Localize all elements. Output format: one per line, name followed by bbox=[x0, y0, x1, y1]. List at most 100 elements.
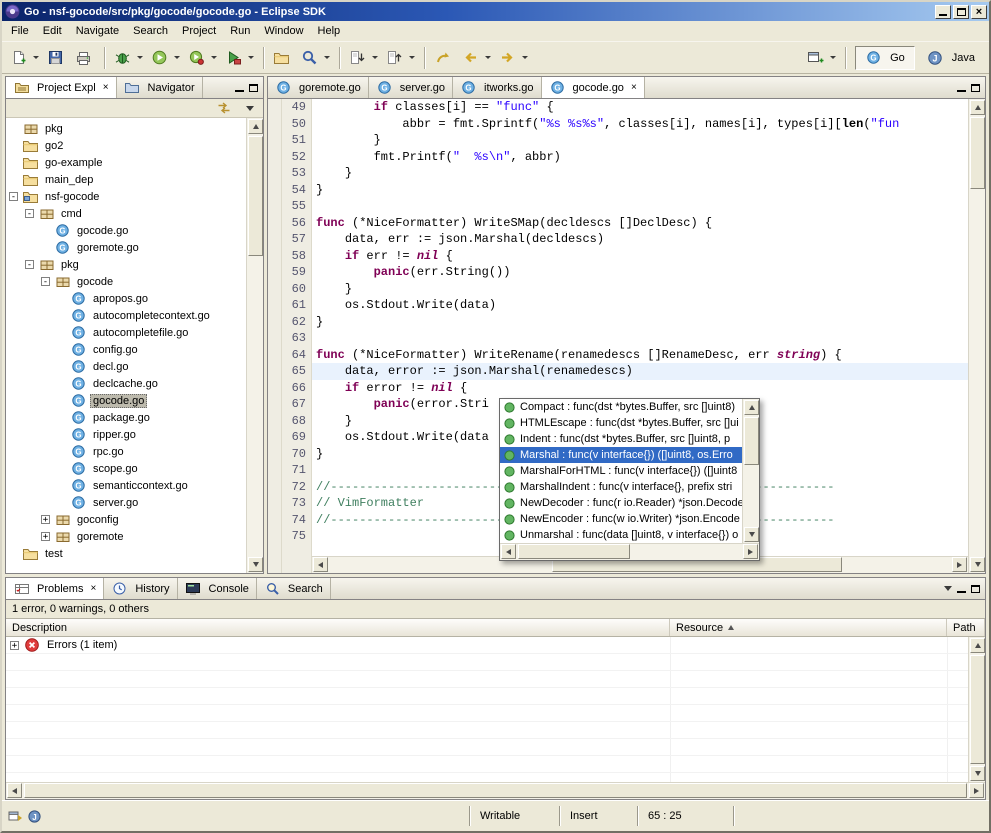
tree-item-package-go[interactable]: Gpackage.go bbox=[6, 409, 246, 426]
run-last-button[interactable] bbox=[184, 46, 221, 70]
minimize-view-icon[interactable] bbox=[957, 585, 966, 593]
tree-expander-icon[interactable]: - bbox=[25, 260, 34, 269]
completion-item[interactable]: NewEncoder : func(w io.Writer) *json.Enc… bbox=[500, 511, 742, 527]
view-menu-icon[interactable] bbox=[944, 586, 952, 591]
scroll-left-icon[interactable] bbox=[7, 783, 22, 798]
previous-annotation-button[interactable] bbox=[382, 46, 419, 70]
tree-item-rpc-go[interactable]: Grpc.go bbox=[6, 443, 246, 460]
tree-expander-icon[interactable]: - bbox=[25, 209, 34, 218]
menu-project[interactable]: Project bbox=[175, 22, 223, 40]
scroll-up-icon[interactable] bbox=[744, 400, 759, 415]
completion-item[interactable]: MarshalIndent : func(v interface{}, pref… bbox=[500, 479, 742, 495]
code-line[interactable]: data, error := json.Marshal(renamedescs) bbox=[312, 363, 968, 380]
tree-item-gocode[interactable]: -gocode bbox=[6, 273, 246, 290]
tree-item-autocompletecontext-go[interactable]: Gautocompletecontext.go bbox=[6, 307, 246, 324]
tree-item-apropos-go[interactable]: Gapropos.go bbox=[6, 290, 246, 307]
save-button[interactable] bbox=[43, 46, 71, 70]
new-wizard-button[interactable] bbox=[6, 46, 43, 70]
code-line[interactable]: if error != nil { bbox=[312, 380, 968, 397]
code-line[interactable]: func (*NiceFormatter) WriteSMap(decldesc… bbox=[312, 215, 968, 232]
code-line[interactable]: } bbox=[312, 165, 968, 182]
row-expander-icon[interactable]: + bbox=[10, 641, 19, 650]
code-line[interactable] bbox=[312, 330, 968, 347]
close-tab-icon[interactable]: × bbox=[103, 83, 109, 93]
editor-scrollbar[interactable] bbox=[968, 99, 985, 573]
code-line[interactable]: } bbox=[312, 281, 968, 298]
search-button[interactable] bbox=[297, 46, 334, 70]
maximize-button[interactable] bbox=[953, 5, 969, 19]
scroll-right-icon[interactable] bbox=[743, 544, 758, 559]
tree-item-cmd[interactable]: -cmd bbox=[6, 205, 246, 222]
tree-item-declcache-go[interactable]: Gdeclcache.go bbox=[6, 375, 246, 392]
tree-expander-icon[interactable]: - bbox=[9, 192, 18, 201]
annotation-ruler[interactable] bbox=[268, 99, 282, 573]
scrollbar-thumb[interactable] bbox=[970, 655, 985, 764]
close-button[interactable]: × bbox=[971, 5, 987, 19]
completion-item[interactable]: HTMLEscape : func(dst *bytes.Buffer, src… bbox=[500, 415, 742, 431]
close-tab-icon[interactable]: × bbox=[631, 83, 637, 93]
code-line[interactable]: } bbox=[312, 314, 968, 331]
print-button[interactable] bbox=[71, 46, 99, 70]
completion-item[interactable]: Marshal : func(v interface{}) ([]uint8, … bbox=[500, 447, 742, 463]
minimize-button[interactable] bbox=[935, 5, 951, 19]
forward-button[interactable] bbox=[495, 46, 532, 70]
code-line[interactable]: fmt.Printf(" %s\n", abbr) bbox=[312, 149, 968, 166]
tree-item-go2[interactable]: go2 bbox=[6, 137, 246, 154]
code-line[interactable]: if err != nil { bbox=[312, 248, 968, 265]
menu-window[interactable]: Window bbox=[257, 22, 310, 40]
perspective-java[interactable]: JJava bbox=[917, 46, 985, 70]
open-resource-button[interactable] bbox=[269, 46, 297, 70]
scroll-right-icon[interactable] bbox=[952, 557, 967, 572]
code-line[interactable]: panic(err.String()) bbox=[312, 264, 968, 281]
maximize-view-icon[interactable] bbox=[971, 84, 980, 92]
tree-item-test[interactable]: test bbox=[6, 545, 246, 562]
tree-item-gocode-go[interactable]: Ggocode.go bbox=[6, 392, 246, 409]
tree-item-goconfig[interactable]: +goconfig bbox=[6, 511, 246, 528]
editor-tab-itworks-go[interactable]: Gitworks.go bbox=[453, 77, 542, 98]
back-button[interactable] bbox=[458, 46, 495, 70]
tree-item-autocompletefile-go[interactable]: Gautocompletefile.go bbox=[6, 324, 246, 341]
completion-item[interactable]: NewDecoder : func(r io.Reader) *json.Dec… bbox=[500, 495, 742, 511]
tree-expander-icon[interactable]: + bbox=[41, 515, 50, 524]
tree-expander-icon[interactable]: + bbox=[41, 532, 50, 541]
scroll-right-icon[interactable] bbox=[969, 783, 984, 798]
tree-item-pkg[interactable]: -pkg bbox=[6, 256, 246, 273]
scroll-up-icon[interactable] bbox=[248, 119, 263, 134]
tree-item-ripper-go[interactable]: Gripper.go bbox=[6, 426, 246, 443]
column-header-resource[interactable]: Resource bbox=[670, 619, 947, 636]
autocomplete-scrollbar[interactable] bbox=[742, 399, 759, 543]
explorer-scrollbar[interactable] bbox=[246, 118, 263, 573]
view-tab-console[interactable]: Console bbox=[178, 578, 257, 599]
scroll-down-icon[interactable] bbox=[970, 557, 985, 572]
completion-item[interactable]: MarshalForHTML : func(v interface{}) ([]… bbox=[500, 463, 742, 479]
perspective-go[interactable]: GGo bbox=[855, 46, 915, 70]
tree-item-goremote-go[interactable]: Ggoremote.go bbox=[6, 239, 246, 256]
code-line[interactable]: abbr = fmt.Sprintf("%s %s%s", classes[i]… bbox=[312, 116, 968, 133]
tree-item-config-go[interactable]: Gconfig.go bbox=[6, 341, 246, 358]
tree-item-pkg[interactable]: pkg bbox=[6, 120, 246, 137]
completion-item[interactable]: Compact : func(dst *bytes.Buffer, src []… bbox=[500, 399, 742, 415]
scrollbar-thumb[interactable] bbox=[248, 136, 263, 256]
menu-edit[interactable]: Edit bbox=[36, 22, 69, 40]
tree-item-gocode-go[interactable]: Ggocode.go bbox=[6, 222, 246, 239]
tree-item-scope-go[interactable]: Gscope.go bbox=[6, 460, 246, 477]
problems-scrollbar[interactable] bbox=[968, 637, 985, 782]
autocomplete-hscrollbar[interactable] bbox=[500, 543, 759, 560]
maximize-view-icon[interactable] bbox=[249, 84, 258, 92]
view-tab-search[interactable]: Search bbox=[257, 578, 331, 599]
code-line[interactable]: if classes[i] == "func" { bbox=[312, 99, 968, 116]
scrollbar-thumb[interactable] bbox=[970, 117, 985, 189]
next-annotation-button[interactable] bbox=[345, 46, 382, 70]
scrollbar-thumb[interactable] bbox=[744, 417, 759, 465]
open-perspective-button[interactable] bbox=[803, 46, 840, 70]
menu-file[interactable]: File bbox=[4, 22, 36, 40]
last-edit-location-button[interactable] bbox=[430, 46, 458, 70]
scroll-down-icon[interactable] bbox=[970, 766, 985, 781]
minimize-view-icon[interactable] bbox=[957, 84, 966, 92]
tree-item-nsf-gocode[interactable]: -nsf-gocode bbox=[6, 188, 246, 205]
scrollbar-thumb[interactable] bbox=[24, 783, 967, 798]
menu-run[interactable]: Run bbox=[223, 22, 257, 40]
tree-item-go-example[interactable]: go-example bbox=[6, 154, 246, 171]
tree-item-decl-go[interactable]: Gdecl.go bbox=[6, 358, 246, 375]
external-tools-button[interactable] bbox=[221, 46, 258, 70]
